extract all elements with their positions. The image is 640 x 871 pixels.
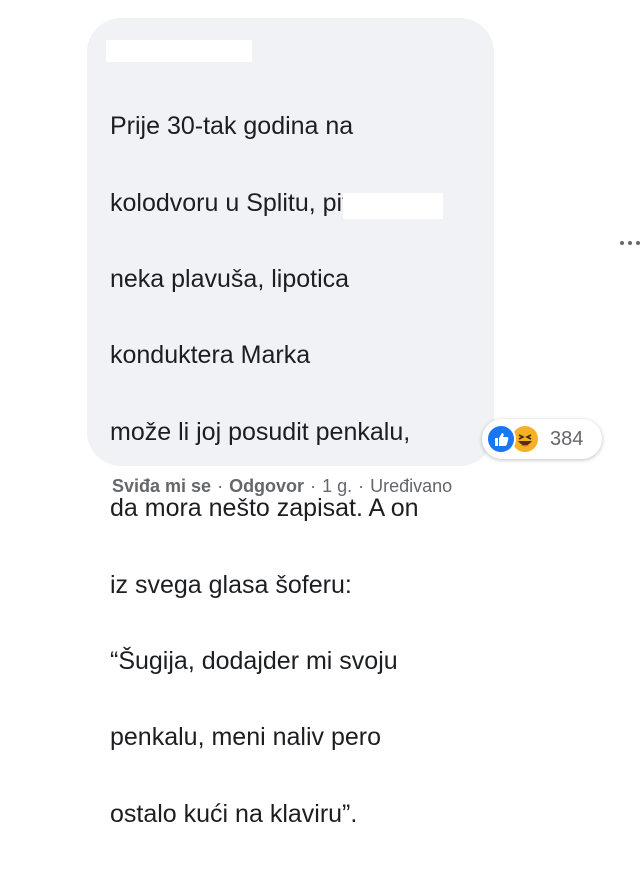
like-icon	[486, 424, 516, 454]
comment-line: Prije 30-tak godina na	[110, 112, 354, 141]
author-name-redacted	[106, 40, 252, 62]
comment-line: konduktera Marka	[110, 341, 311, 370]
more-options-icon[interactable]	[620, 233, 640, 253]
dot	[628, 241, 632, 245]
dot	[636, 241, 640, 245]
reactions-summary[interactable]: 384	[482, 419, 602, 459]
separator: ·	[217, 476, 224, 496]
comment-line: može li joj posudit penkalu,	[110, 417, 411, 446]
like-button[interactable]: Sviđa mi se	[112, 476, 211, 496]
reply-button[interactable]: Odgovor	[229, 476, 304, 496]
comment-line: neka plavuša, lipotica	[110, 265, 350, 294]
comment-line: penkalu, meni naliv pero	[110, 723, 381, 752]
comment-actions: Sviđa mi se · Odgovor · 1 g. · Uređivano	[112, 476, 452, 497]
dot	[620, 241, 624, 245]
timestamp[interactable]: 1 g.	[322, 476, 352, 496]
comment-text: Prije 30-tak godina na kolodvoru u Split…	[110, 69, 480, 871]
separator: ·	[310, 476, 317, 496]
edited-label[interactable]: Uređivano	[370, 476, 452, 496]
comment-line: ostalo kući na klaviru”.	[110, 799, 358, 828]
surname-redaction	[343, 193, 443, 219]
comment-line: iz svega glasa šoferu:	[110, 570, 352, 599]
separator: ·	[358, 476, 365, 496]
comment-line: “Šugija, dodajder mi svoju	[110, 647, 398, 676]
reaction-count: 384	[550, 428, 584, 450]
